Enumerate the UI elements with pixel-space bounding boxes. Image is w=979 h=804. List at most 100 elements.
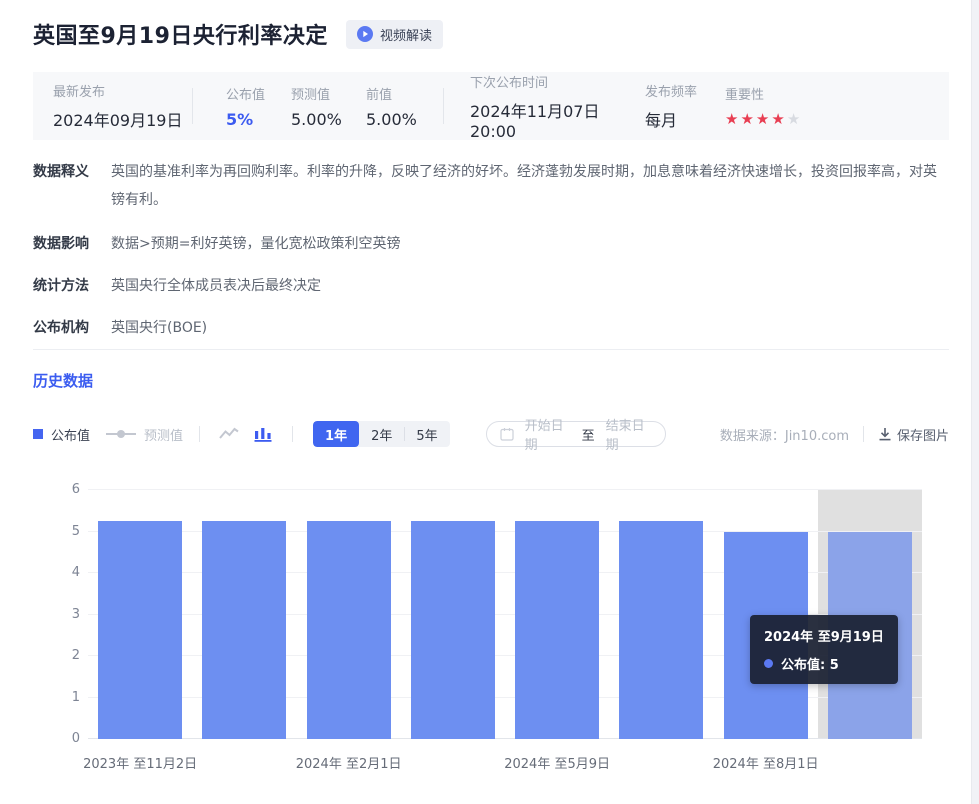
star-icon: ★ [786,110,801,128]
stat-forecast: 预测值 5.00% [291,84,366,129]
info-row-agency: 公布机构 英国央行(BOE) [33,314,949,342]
x-tick-label: 2024年 至5月9日 [504,757,611,772]
tab-5年[interactable]: 5年 [404,421,449,447]
play-icon [356,26,373,42]
chart-controls: 公布值 预测值 1年 2年 5年 开始日期 至 结束日期 数据来源：Jin10.co… [33,419,949,453]
data-source-label: 数据来源：Jin10.com [719,428,849,444]
chart-y-axis: 0 1 2 3 4 5 6 [0,482,80,746]
info-label: 数据释义 [33,164,89,180]
stat-next-release: 下次公布时间 2024年11月07日 20:00 [470,72,645,141]
x-tick-label: 2024年 至8月1日 [712,757,819,772]
tab-1年[interactable]: 1年 [313,421,360,447]
stat-forecast-label: 预测值 [291,87,331,103]
y-tick-label: 1 [71,689,80,705]
stats-divider [443,88,444,124]
info-content: 数据>预期=利好英镑，量化宽松政策利空英镑 [111,236,401,252]
info-row-definition: 数据释义 英国的基准利率为再回购利率。利率的升降，反映了经济的好坏。经济蓬勃发展… [33,158,949,214]
bar-chart-icon[interactable] [250,423,276,445]
stat-latest-value: 2024年09月19日 [53,111,183,130]
legend-published[interactable]: 公布值 [33,425,90,444]
stats-divider [192,88,193,124]
stat-frequency-label: 发布频率 [645,85,698,100]
bar[interactable] [306,521,391,739]
stat-published-label: 公布值 [226,87,266,103]
info-label: 数据影响 [33,236,89,252]
history-data-link[interactable]: 历史数据 [33,370,93,391]
page-title: 英国至9月19日央行利率决定 [33,24,328,49]
grid-line [88,489,922,490]
info-label: 公布机构 [33,320,89,336]
stat-importance-label: 重要性 [725,88,765,103]
legend-forecast-label: 预测值 [144,428,184,444]
x-tick-label: 2023年 至11月2日 [83,757,198,772]
importance-stars: ★ ★ ★ ★ ★ [725,110,800,128]
tab-2年[interactable]: 2年 [359,421,404,447]
stat-published: 公布值 5% [226,84,291,129]
rate-decision-page: 英国至9月19日央行利率决定 视频解读 最新发布 2024年09月19日 公布值… [0,0,979,804]
y-tick-label: 0 [71,731,80,746]
video-explain-button[interactable]: 视频解读 [345,19,443,49]
stat-frequency: 发布频率 每月 [645,81,725,131]
y-tick-label: 3 [71,606,80,622]
tooltip-value: 公布值: 5 [781,658,839,673]
history-bar-chart: 0 1 2 3 4 5 6 2023年 至11月2日 2024年 至2月1日 2024年 至5月… [0,480,979,796]
y-tick-label: 4 [71,565,80,580]
stat-previous-label: 前值 [366,87,393,103]
y-tick-label: 5 [71,523,80,539]
bar[interactable] [410,521,495,739]
stat-latest-label: 最新发布 [53,85,106,100]
controls-divider [199,426,201,442]
chart-x-axis: 2023年 至11月2日 2024年 至2月1日 2024年 至5月9日 2024年 … [83,753,922,772]
info-label: 统计方法 [33,278,89,294]
section-divider [33,349,949,350]
stat-forecast-value: 5.00% [291,109,342,129]
bar[interactable] [202,521,287,739]
info-row-method: 统计方法 英国央行全体成员表决后最终决定 [33,272,949,300]
info-content: 英国央行(BOE) [111,320,208,336]
legend-published-label: 公布值 [51,428,91,444]
chart-tooltip: 2024年 至9月19日 公布值: 5 [750,615,898,684]
stat-latest: 最新发布 2024年09月19日 [53,81,192,131]
stat-previous: 前值 5.00% [366,84,443,129]
line-chart-icon[interactable] [216,423,242,445]
legend-forecast-swatch [106,429,137,439]
stat-frequency-value: 每月 [645,111,678,130]
controls-divider [292,426,294,442]
y-tick-label: 6 [71,482,80,497]
tooltip-series-dot [764,659,773,668]
info-content: 英国的基准利率为再回购利率。利率的升降，反映了经济的好坏。经济蓬勃发展时期，加息… [111,164,937,208]
vertical-scrollbar[interactable] [971,0,979,804]
legend-published-swatch [33,429,43,439]
star-icon: ★ [755,110,770,128]
download-icon [878,427,892,441]
stat-next-release-label: 下次公布时间 [470,75,549,91]
range-tabs: 1年 2年 5年 [313,421,450,447]
bar[interactable] [515,521,600,739]
stats-bar: 最新发布 2024年09月19日 公布值 5% 预测值 5.00% 前值 5.0… [33,72,949,141]
bar[interactable] [619,521,704,739]
info-content: 英国央行全体成员表决后最终决定 [111,278,321,294]
bar[interactable] [98,521,183,739]
stat-importance: 重要性 ★ ★ ★ ★ ★ [725,84,800,128]
star-icon: ★ [740,110,754,128]
date-range-picker[interactable]: 开始日期 至 结束日期 [485,419,666,453]
stat-next-release-value: 2024年11月07日 20:00 [470,101,600,141]
tooltip-title: 2024年 至9月19日 [764,630,884,645]
info-row-impact: 数据影响 数据>预期=利好英镑，量化宽松政策利空英镑 [33,230,949,258]
star-icon: ★ [771,110,785,128]
end-date-placeholder[interactable]: 结束日期 [606,415,652,453]
controls-divider [862,426,864,442]
stat-published-value: 5% [226,109,254,129]
y-tick-label: 2 [71,648,80,663]
video-explain-label: 视频解读 [379,28,432,44]
legend-forecast[interactable]: 预测值 [106,425,183,444]
x-tick-label: 2024年 至2月1日 [295,757,402,772]
star-icon: ★ [725,110,739,128]
calendar-icon [500,427,514,441]
save-image-button[interactable]: 保存图片 [878,425,949,444]
stat-previous-value: 5.00% [366,109,417,129]
header: 英国至9月19日央行利率决定 视频解读 [33,18,443,50]
date-range-separator: 至 [581,428,595,444]
save-image-label: 保存图片 [896,428,949,444]
start-date-placeholder[interactable]: 开始日期 [525,415,571,453]
